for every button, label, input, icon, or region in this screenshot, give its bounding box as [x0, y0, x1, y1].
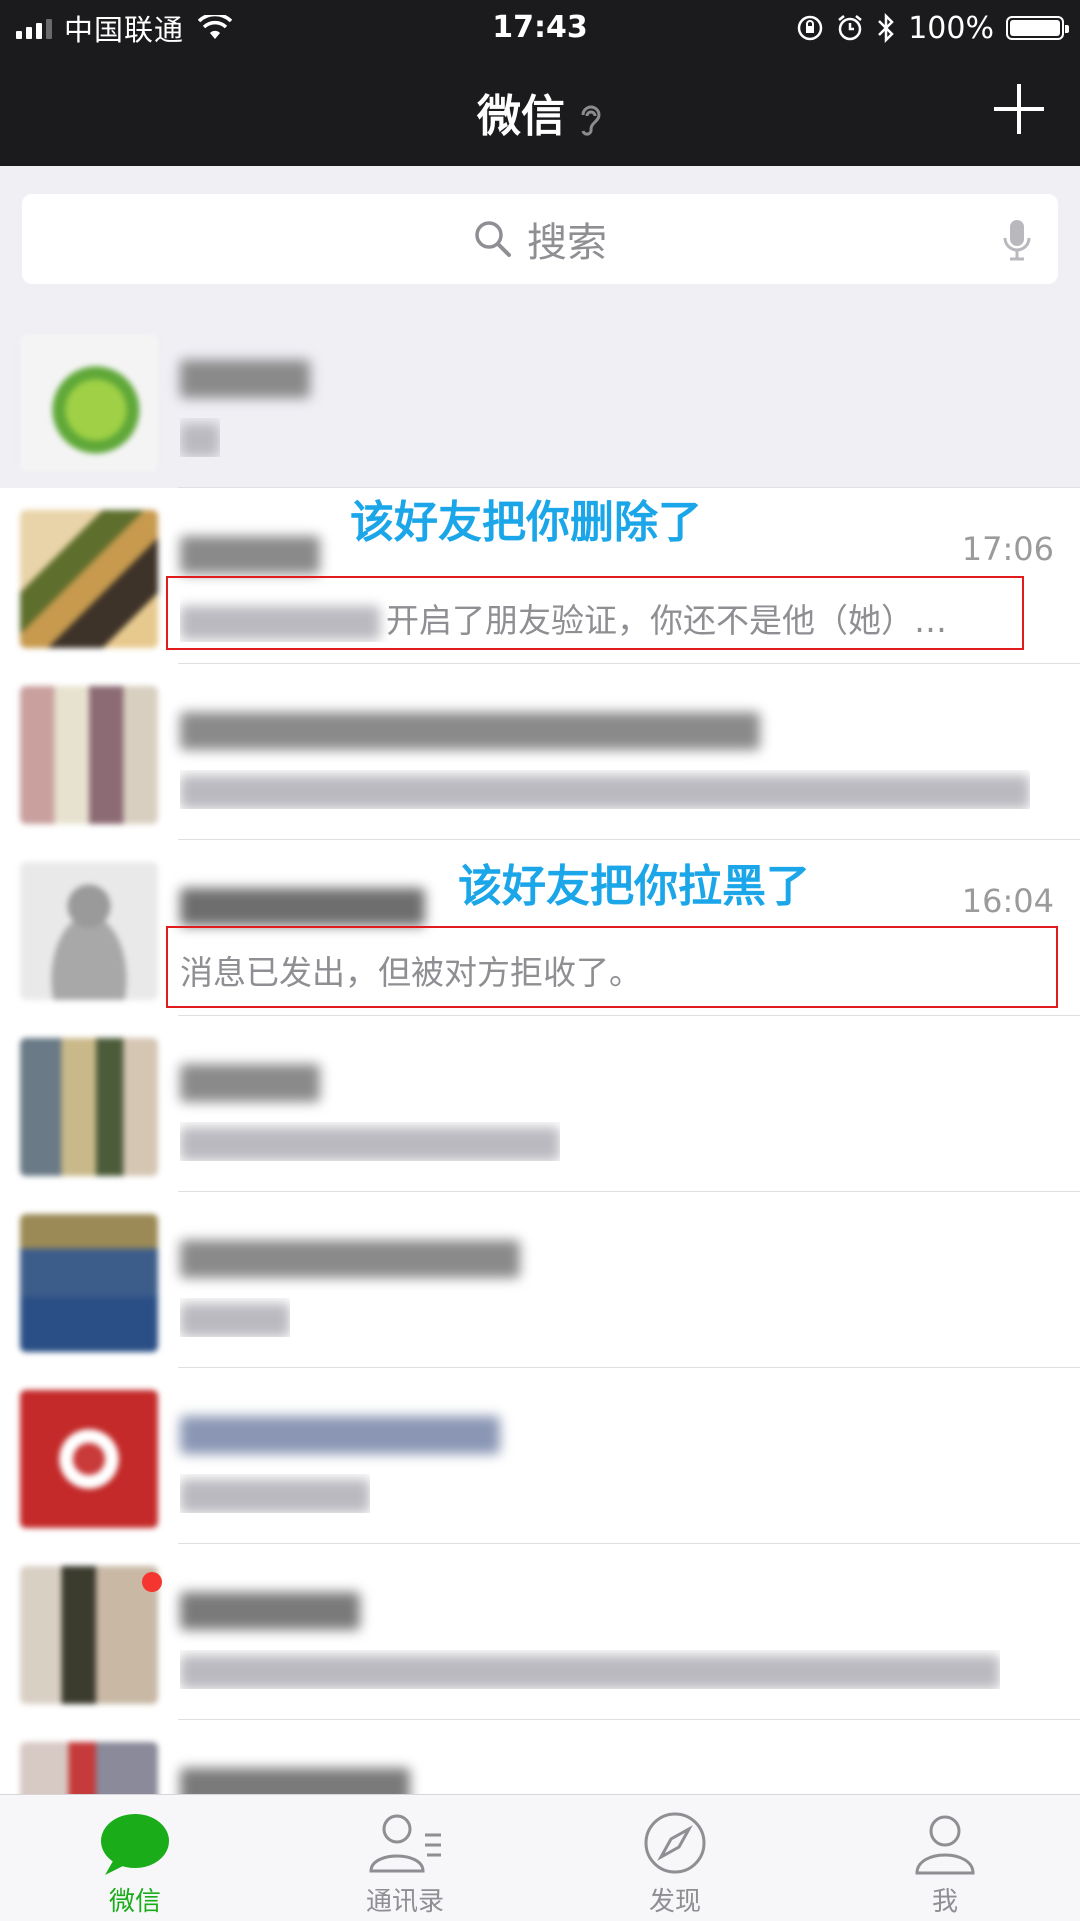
avatar: [20, 1038, 158, 1176]
person-icon: [915, 1815, 975, 1875]
chat-preview: [180, 1298, 290, 1337]
tab-label: 微信: [108, 1887, 161, 1917]
chat-time: 16:04: [961, 882, 1054, 920]
top-bar: 中国联通 17:43 100% 微信: [0, 0, 1080, 166]
tab-discover[interactable]: 发现: [540, 1795, 810, 1921]
blocked-highlight-box: [166, 926, 1058, 1008]
chat-name-blurred: [180, 706, 760, 752]
search-input[interactable]: 搜索: [22, 194, 1058, 284]
avatar: [20, 510, 158, 648]
avatar: [20, 686, 158, 824]
tab-me[interactable]: 我: [810, 1795, 1080, 1921]
compass-icon: [644, 1812, 706, 1874]
chat-row[interactable]: [0, 312, 1080, 488]
bluetooth-icon: [878, 13, 894, 43]
rotation-lock-icon: [797, 15, 823, 41]
avatar: [20, 1390, 158, 1528]
tab-bar: 微信 通讯录 发现 我: [0, 1794, 1080, 1921]
battery-percentage: 100%: [908, 10, 994, 46]
tab-contacts[interactable]: 通讯录: [270, 1795, 540, 1921]
unread-badge: [142, 1572, 162, 1592]
chat-preview: [180, 1650, 1000, 1689]
avatar: [20, 334, 158, 472]
search-area: 搜索: [0, 166, 1080, 312]
chat-preview: [180, 418, 220, 457]
chat-name-blurred: [180, 1058, 320, 1104]
chat-row[interactable]: [0, 1192, 1080, 1368]
chat-name-blurred: [180, 882, 425, 928]
microphone-icon[interactable]: [1002, 218, 1032, 262]
status-bar: 中国联通 17:43 100%: [0, 0, 1080, 56]
deleted-highlight-box: [166, 576, 1024, 650]
tab-label: 通讯录: [365, 1887, 444, 1917]
chat-name-blurred: [180, 354, 310, 400]
chat-row[interactable]: [0, 1016, 1080, 1192]
chat-row[interactable]: [0, 664, 1080, 840]
page-title: 微信: [0, 80, 1080, 144]
avatar: [20, 1214, 158, 1352]
chat-name-blurred: [180, 1410, 500, 1456]
tab-chats[interactable]: 微信: [0, 1795, 270, 1921]
contacts-icon: [369, 1814, 441, 1873]
search-icon: [475, 221, 511, 257]
tab-label: 发现: [648, 1887, 701, 1917]
page-title-text: 微信: [477, 91, 565, 142]
chat-row[interactable]: [0, 1368, 1080, 1544]
chat-name-blurred: [180, 1234, 520, 1280]
chat-preview: [180, 1474, 370, 1513]
alarm-icon: [838, 15, 862, 41]
ear-icon: [581, 105, 601, 136]
chat-time: 17:06: [961, 530, 1054, 568]
battery-icon: [1006, 16, 1069, 40]
search-placeholder: 搜索: [527, 220, 607, 266]
chat-name-blurred: [180, 530, 320, 576]
chat-preview: [180, 1122, 560, 1161]
chat-preview: [180, 770, 1030, 809]
deleted-annotation: 该好友把你删除了: [350, 497, 702, 548]
avatar: [20, 862, 158, 1000]
blocked-annotation: 该好友把你拉黑了: [458, 861, 810, 912]
add-button[interactable]: [994, 84, 1044, 134]
avatar: [20, 1566, 158, 1704]
chat-name-blurred: [180, 1586, 360, 1632]
status-right: 100%: [796, 10, 1069, 46]
tab-label: 我: [931, 1887, 958, 1917]
chat-row[interactable]: [0, 1544, 1080, 1720]
chat-bubble-icon: [101, 1814, 169, 1875]
